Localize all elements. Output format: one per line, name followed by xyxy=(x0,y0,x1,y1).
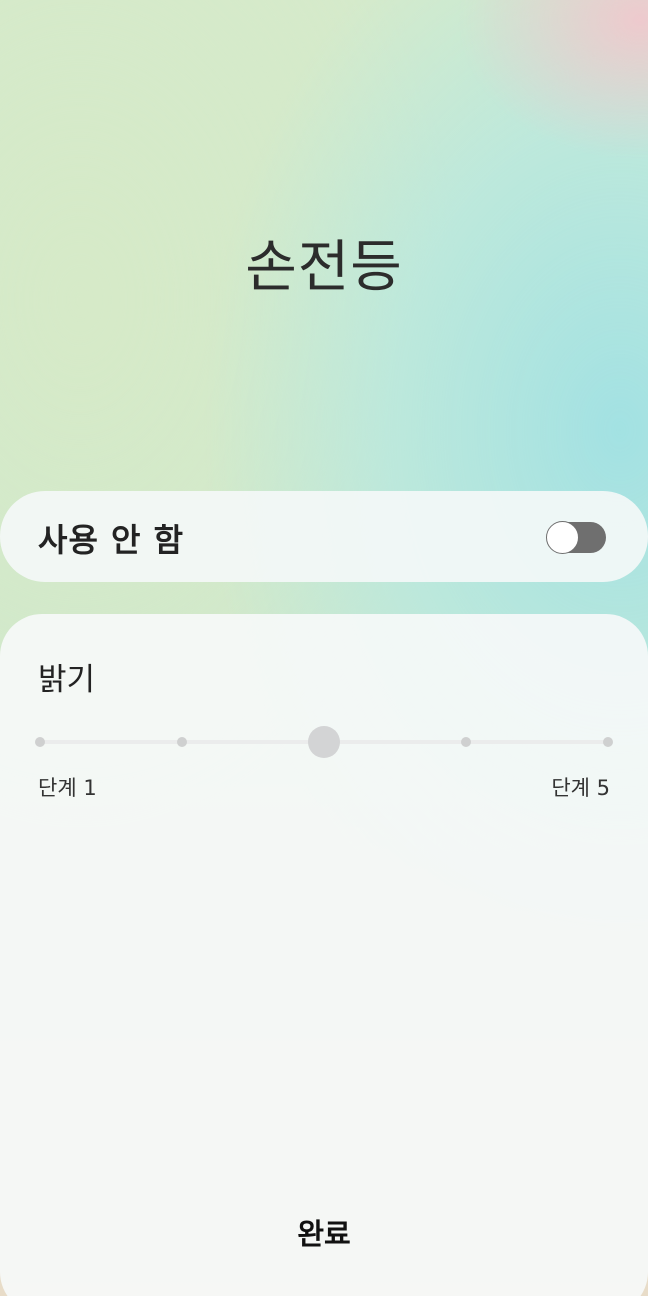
done-button[interactable]: 완료 xyxy=(224,1204,424,1264)
page-title: 손전등 xyxy=(245,235,403,300)
level-max-label: 단계 5 xyxy=(551,776,610,800)
level-min-label: 단계 1 xyxy=(38,776,97,800)
slider-tick-2 xyxy=(177,737,187,747)
brightness-title: 밝기 xyxy=(38,662,96,698)
slider-tick-4 xyxy=(461,737,471,747)
switch-knob xyxy=(546,521,579,554)
brightness-slider[interactable] xyxy=(35,726,613,758)
flashlight-toggle-card[interactable]: 사용 안 함 xyxy=(0,491,648,582)
slider-tick-1 xyxy=(35,737,45,747)
slider-thumb[interactable] xyxy=(308,726,340,758)
brightness-panel: 밝기 단계 1 단계 5 완료 xyxy=(0,614,648,1296)
slider-tick-5 xyxy=(603,737,613,747)
toggle-label: 사용 안 함 xyxy=(38,521,185,559)
flashlight-switch[interactable] xyxy=(546,521,606,554)
